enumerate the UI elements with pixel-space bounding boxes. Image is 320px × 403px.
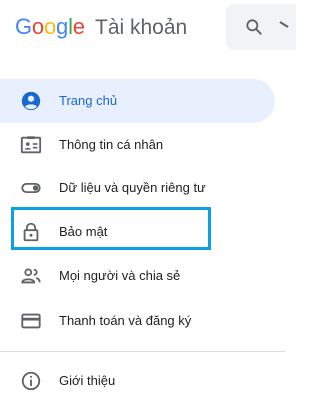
- sidebar-item-home[interactable]: Trang chủ: [0, 79, 275, 123]
- sidebar-item-people-sharing[interactable]: Mọi người và chia sẻ: [0, 254, 275, 298]
- sidebar-item-personal-info[interactable]: Thông tin cá nhân: [0, 123, 275, 167]
- sidebar-item-label: Giới thiệu: [59, 373, 116, 388]
- sidebar-item-security[interactable]: Bảo mật: [0, 210, 275, 254]
- header: Google Tài khoản: [0, 0, 296, 56]
- google-logo[interactable]: Google: [15, 13, 85, 41]
- logo-letter: e: [72, 14, 85, 39]
- info-icon: [21, 371, 41, 391]
- sidebar-item-label: Thanh toán và đăng ký: [59, 313, 192, 328]
- logo-letter: o: [31, 14, 44, 39]
- toggle-icon: [21, 182, 41, 194]
- sidebar-item-label: Dữ liệu và quyền riêng tư: [59, 180, 206, 195]
- sidebar-item-payments[interactable]: Thanh toán và đăng ký: [0, 299, 275, 343]
- logo-letter: g: [56, 14, 69, 39]
- account-circle-icon: [21, 91, 41, 111]
- people-icon: [21, 268, 41, 284]
- id-card-icon: [20, 136, 42, 154]
- search-icon[interactable]: [244, 17, 264, 37]
- sidebar-item-label: Thông tin cá nhân: [59, 137, 164, 152]
- search-box[interactable]: [226, 4, 296, 50]
- lock-icon: [23, 222, 39, 242]
- sidebar-item-label: Bảo mật: [59, 224, 108, 239]
- sidebar-item-about[interactable]: Giới thiệu: [0, 359, 275, 403]
- product-name: Tài khoản: [95, 16, 188, 39]
- input-edge-icon: [279, 21, 289, 28]
- logo-letter: G: [15, 14, 32, 39]
- sidebar-item-label: Trang chủ: [59, 93, 118, 108]
- divider: [0, 351, 285, 352]
- sidebar-item-data-privacy[interactable]: Dữ liệu và quyền riêng tư: [0, 166, 275, 210]
- sidebar-item-label: Mọi người và chia sẻ: [59, 268, 181, 283]
- credit-card-icon: [21, 313, 41, 329]
- logo-letter: o: [43, 14, 57, 39]
